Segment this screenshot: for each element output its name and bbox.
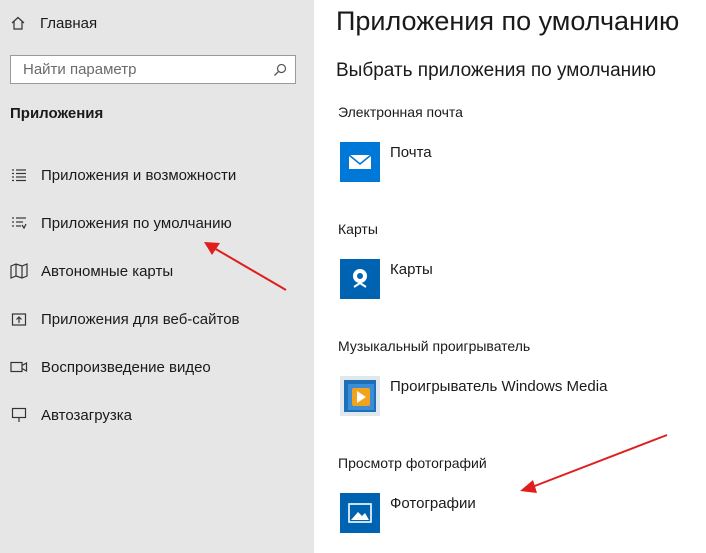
home-icon (10, 15, 26, 31)
mail-icon (340, 142, 380, 182)
startup-icon (10, 407, 28, 423)
sidebar-item-default-apps[interactable]: Приложения по умолчанию (10, 211, 300, 235)
sidebar-item-label: Приложения для веб-сайтов (41, 310, 240, 328)
category-label-music-player: Музыкальный проигрыватель (338, 338, 531, 354)
sidebar-item-startup[interactable]: Автозагрузка (10, 403, 300, 427)
default-apps-icon (10, 215, 28, 231)
sidebar-item-label: Приложения и возможности (41, 166, 237, 184)
app-name: Карты (390, 261, 433, 278)
sidebar-item-label: Автономные карты (41, 262, 174, 280)
search-input[interactable]: Найти параметр (10, 55, 296, 84)
app-name: Фотографии (390, 495, 476, 512)
page-title: Приложения по умолчанию (336, 6, 680, 36)
sidebar-item-label: Автозагрузка (41, 406, 132, 424)
home-label: Главная (40, 14, 98, 32)
category-label-email: Электронная почта (338, 104, 463, 120)
maps-icon (340, 259, 380, 299)
search-icon[interactable] (273, 63, 287, 77)
app-name: Почта (390, 144, 432, 161)
section-title: Приложения (10, 105, 104, 122)
map-icon (10, 263, 28, 279)
app-name: Проигрыватель Windows Media (390, 378, 608, 395)
open-in-app-icon (10, 311, 28, 327)
default-app-photo-viewer[interactable]: Фотографии (340, 493, 476, 533)
nav-home[interactable]: Главная (10, 12, 97, 34)
search-placeholder: Найти параметр (23, 61, 137, 78)
sidebar-item-apps-for-websites[interactable]: Приложения для веб-сайтов (10, 307, 300, 331)
default-app-email[interactable]: Почта (340, 142, 432, 182)
sidebar-item-offline-maps[interactable]: Автономные карты (10, 259, 300, 283)
default-app-maps[interactable]: Карты (340, 259, 433, 299)
category-label-maps: Карты (338, 221, 378, 237)
list-icon (10, 167, 28, 183)
sidebar: Главная Найти параметр Приложения Прилож… (0, 0, 314, 553)
sidebar-item-apps-features[interactable]: Приложения и возможности (10, 163, 300, 187)
video-icon (10, 359, 28, 375)
sidebar-item-label: Воспроизведение видео (41, 358, 211, 376)
main-panel: Приложения по умолчанию Выбрать приложен… (314, 0, 706, 553)
sidebar-item-label: Приложения по умолчанию (41, 214, 232, 232)
media-player-icon (340, 376, 380, 416)
default-app-music-player[interactable]: Проигрыватель Windows Media (340, 376, 607, 416)
sidebar-item-video-playback[interactable]: Воспроизведение видео (10, 355, 300, 379)
section-subtitle: Выбрать приложения по умолчанию (336, 60, 657, 81)
category-label-photo-viewer: Просмотр фотографий (338, 455, 487, 471)
photos-icon (340, 493, 380, 533)
